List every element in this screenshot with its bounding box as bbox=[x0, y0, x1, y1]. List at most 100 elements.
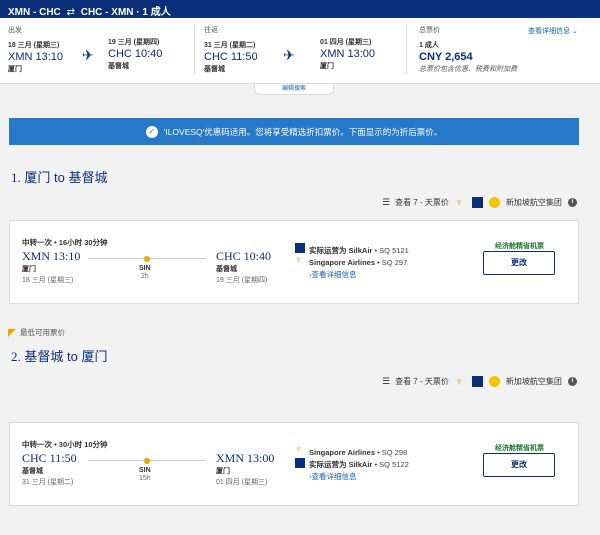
flight-number: • SQ 297 bbox=[377, 258, 408, 267]
change-flight-button[interactable]: 更改 bbox=[483, 251, 555, 275]
city: 基督城 bbox=[204, 66, 225, 73]
airline-row: 实际运营为 SilkAir • SQ 5121 bbox=[309, 245, 409, 257]
arr-city: 厦门 bbox=[216, 468, 230, 475]
flight-details-link[interactable]: ›查看详细信息 bbox=[309, 471, 409, 483]
plane-icon: ✈ bbox=[82, 47, 94, 63]
flight-number: • SQ 5121 bbox=[374, 246, 409, 255]
city: 基督城 bbox=[108, 63, 129, 70]
stops-duration: 中转一次 • 16小时 30分钟 bbox=[22, 238, 108, 247]
section-title: 基督城 to 厦门 bbox=[24, 349, 108, 364]
promo-text: 'ILOVESQ'优惠码适用。您将享受精选折扣票价。下面显示的为折后票价。 bbox=[163, 126, 443, 137]
dep-date: 18 三月 (星期三) bbox=[22, 277, 74, 284]
arr-date: 01 四月 (星期三) bbox=[216, 479, 268, 486]
outbound-route: XMN - CHC bbox=[8, 7, 61, 18]
scoot-logo-icon bbox=[488, 375, 500, 387]
cabin-class: 经济舱精省机票 bbox=[495, 243, 544, 250]
price-value: CNY 2,654 bbox=[419, 51, 473, 63]
city: 厦门 bbox=[320, 63, 334, 70]
airline-info: 实际运营为 SilkAir • SQ 5121 Singapore Airlin… bbox=[295, 245, 409, 281]
group-label: 新加坡航空集团 bbox=[505, 197, 562, 207]
info-icon[interactable]: i bbox=[567, 376, 577, 386]
divider bbox=[406, 24, 407, 74]
date: 18 三月 (星期三) bbox=[8, 42, 60, 49]
section-title-return: 2. 基督城 to 厦门 bbox=[11, 346, 107, 365]
flight-number: • SQ 298 bbox=[377, 448, 408, 457]
price-note: 总票价包含优惠、税费和附加费 bbox=[419, 66, 517, 73]
time: XMN 13:00 bbox=[320, 48, 376, 60]
calendar-icon: ☰ bbox=[382, 375, 391, 386]
singapore-airlines-logo-icon: ♆ bbox=[454, 196, 464, 209]
dep-city: 厦门 bbox=[22, 266, 36, 273]
arr-date: 19 三月 (星期四) bbox=[216, 277, 268, 284]
section-number: 2. bbox=[11, 349, 21, 364]
section-title: 厦门 to 基督城 bbox=[24, 170, 108, 185]
airline-name: 实际运营为 SilkAir bbox=[309, 246, 373, 255]
itinerary-summary: 出发 18 三月 (星期三) XMN 13:10 厦门 ✈ 19 三月 (星期四… bbox=[0, 18, 600, 84]
flight-details-link[interactable]: ›查看详细信息 bbox=[309, 269, 409, 281]
stops-duration: 中转一次 • 30小时 10分钟 bbox=[22, 440, 108, 449]
return-arrival: 01 四月 (星期三) XMN 13:00 厦门 bbox=[320, 25, 375, 71]
info-icon[interactable]: i bbox=[567, 197, 577, 207]
depart-label: 出发 bbox=[8, 27, 22, 34]
view-details-label: 查看详细信息 bbox=[528, 28, 570, 35]
plane-icon: ✈ bbox=[283, 47, 295, 63]
dep-time: CHC 11:50 bbox=[22, 451, 77, 465]
date: 01 四月 (星期三) bbox=[320, 39, 372, 46]
arrival: XMN 13:00 厦门 01 四月 (星期三) bbox=[216, 451, 274, 487]
departure: XMN 13:10 厦门 18 三月 (星期三) bbox=[22, 249, 80, 285]
outbound-arrival: 19 三月 (星期四) CHC 10:40 基督城 bbox=[108, 25, 162, 71]
dep-city: 基督城 bbox=[22, 468, 43, 475]
flight-card-outbound: 中转一次 • 16小时 30分钟 XMN 13:10 厦门 18 三月 (星期三… bbox=[9, 220, 579, 304]
singapore-airlines-logo-icon: ♆ bbox=[454, 375, 464, 388]
group-label: 新加坡航空集团 bbox=[505, 376, 562, 386]
silkair-logo-icon bbox=[471, 375, 483, 387]
airline-name: 实际运营为 SilkAir bbox=[309, 460, 373, 469]
scoot-logo-icon bbox=[488, 196, 500, 208]
date: 19 三月 (星期四) bbox=[108, 39, 160, 46]
layover-duration: 2h bbox=[141, 273, 149, 280]
silkair-logo-icon bbox=[471, 196, 483, 208]
dep-date: 31 三月 (星期二) bbox=[22, 479, 74, 486]
promo-banner: ✓ 'ILOVESQ'优惠码适用。您将享受精选折扣票价。下面显示的为折后票价。 bbox=[9, 118, 579, 145]
divider bbox=[194, 24, 195, 74]
outbound-departure: 出发 18 三月 (星期三) XMN 13:10 厦门 bbox=[8, 25, 63, 74]
layover-duration: 15h bbox=[139, 475, 151, 482]
stop-dot-icon bbox=[144, 256, 150, 262]
edit-search-button[interactable]: 编辑搜索 bbox=[254, 84, 334, 95]
return-label: 往返 bbox=[204, 27, 218, 34]
calendar-icon: ☰ bbox=[382, 196, 391, 207]
airline-info: Singapore Airlines • SQ 298 实际运营为 SilkAi… bbox=[295, 447, 409, 483]
via-airport: SIN bbox=[139, 467, 151, 474]
airline-row: Singapore Airlines • SQ 297 bbox=[309, 257, 409, 269]
pax: 1 成人 bbox=[419, 42, 439, 49]
date: 31 三月 (星期二) bbox=[204, 42, 256, 49]
flight-card-return: 中转一次 • 30小时 10分钟 CHC 11:50 基督城 31 三月 (星期… bbox=[9, 422, 579, 506]
dep-time: XMN 13:10 bbox=[22, 249, 81, 263]
seven-day-fares-link[interactable]: 查看 7 - 天票价 bbox=[395, 197, 449, 208]
airline-row: 实际运营为 SilkAir • SQ 5122 bbox=[309, 459, 409, 471]
airline-name: Singapore Airlines bbox=[309, 448, 375, 457]
lowest-fare-badge: 最低可用票价 bbox=[8, 327, 65, 338]
arr-time: XMN 13:00 bbox=[216, 451, 275, 465]
via-airport: SIN bbox=[139, 265, 151, 272]
section-number: 1. bbox=[11, 170, 21, 185]
view-details-link[interactable]: 查看详细信息 ⌄ bbox=[528, 26, 578, 36]
departure: CHC 11:50 基督城 31 三月 (星期二) bbox=[22, 451, 77, 487]
change-flight-button[interactable]: 更改 bbox=[483, 453, 555, 477]
fare-tools-return: ☰ 查看 7 - 天票价 ♆ 新加坡航空集团 i bbox=[382, 374, 577, 388]
swap-icon: ⇄ bbox=[66, 7, 75, 18]
time: CHC 11:50 bbox=[204, 51, 258, 63]
airline-row: Singapore Airlines • SQ 298 bbox=[309, 447, 409, 459]
cabin-class: 经济舱精省机票 bbox=[495, 445, 544, 452]
seven-day-fares-link[interactable]: 查看 7 - 天票价 bbox=[395, 376, 449, 387]
arr-city: 基督城 bbox=[216, 266, 237, 273]
corner-flag-icon bbox=[8, 328, 16, 337]
time: XMN 13:10 bbox=[8, 51, 64, 63]
arr-time: CHC 10:40 bbox=[216, 249, 272, 263]
total-label: 总票价 bbox=[419, 27, 440, 34]
trip-header: XMN - CHC ⇄ CHC - XMN · 1 成人 bbox=[0, 0, 600, 18]
lowest-fare-label: 最低可用票价 bbox=[20, 328, 65, 337]
total-price: 总票价 1 成人 CNY 2,654 总票价包含优惠、税费和附加费 bbox=[419, 25, 517, 74]
stop-dot-icon bbox=[144, 458, 150, 464]
section-title-outbound: 1. 厦门 to 基督城 bbox=[11, 167, 107, 186]
